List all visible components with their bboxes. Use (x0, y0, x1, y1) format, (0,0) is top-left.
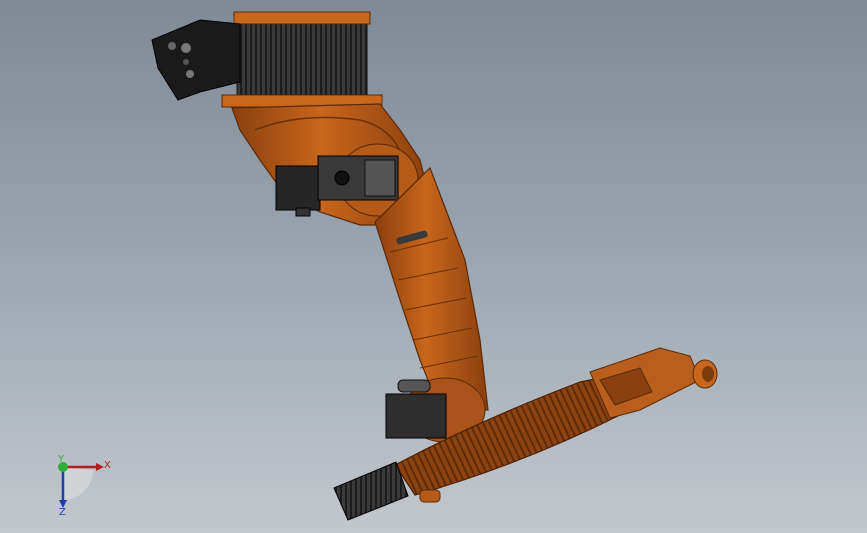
shoulder-motor (275, 165, 321, 217)
coordinate-triad: X Y Z (57, 454, 111, 518)
z-axis-label: Z (59, 507, 66, 518)
model-viewport[interactable]: X Y Z (0, 0, 867, 533)
wrist-assembly (589, 347, 718, 419)
base-motor-housing (221, 11, 383, 108)
y-axis-label: Y (57, 454, 65, 465)
x-axis-label: X (104, 460, 111, 471)
sensor-box (151, 19, 241, 101)
